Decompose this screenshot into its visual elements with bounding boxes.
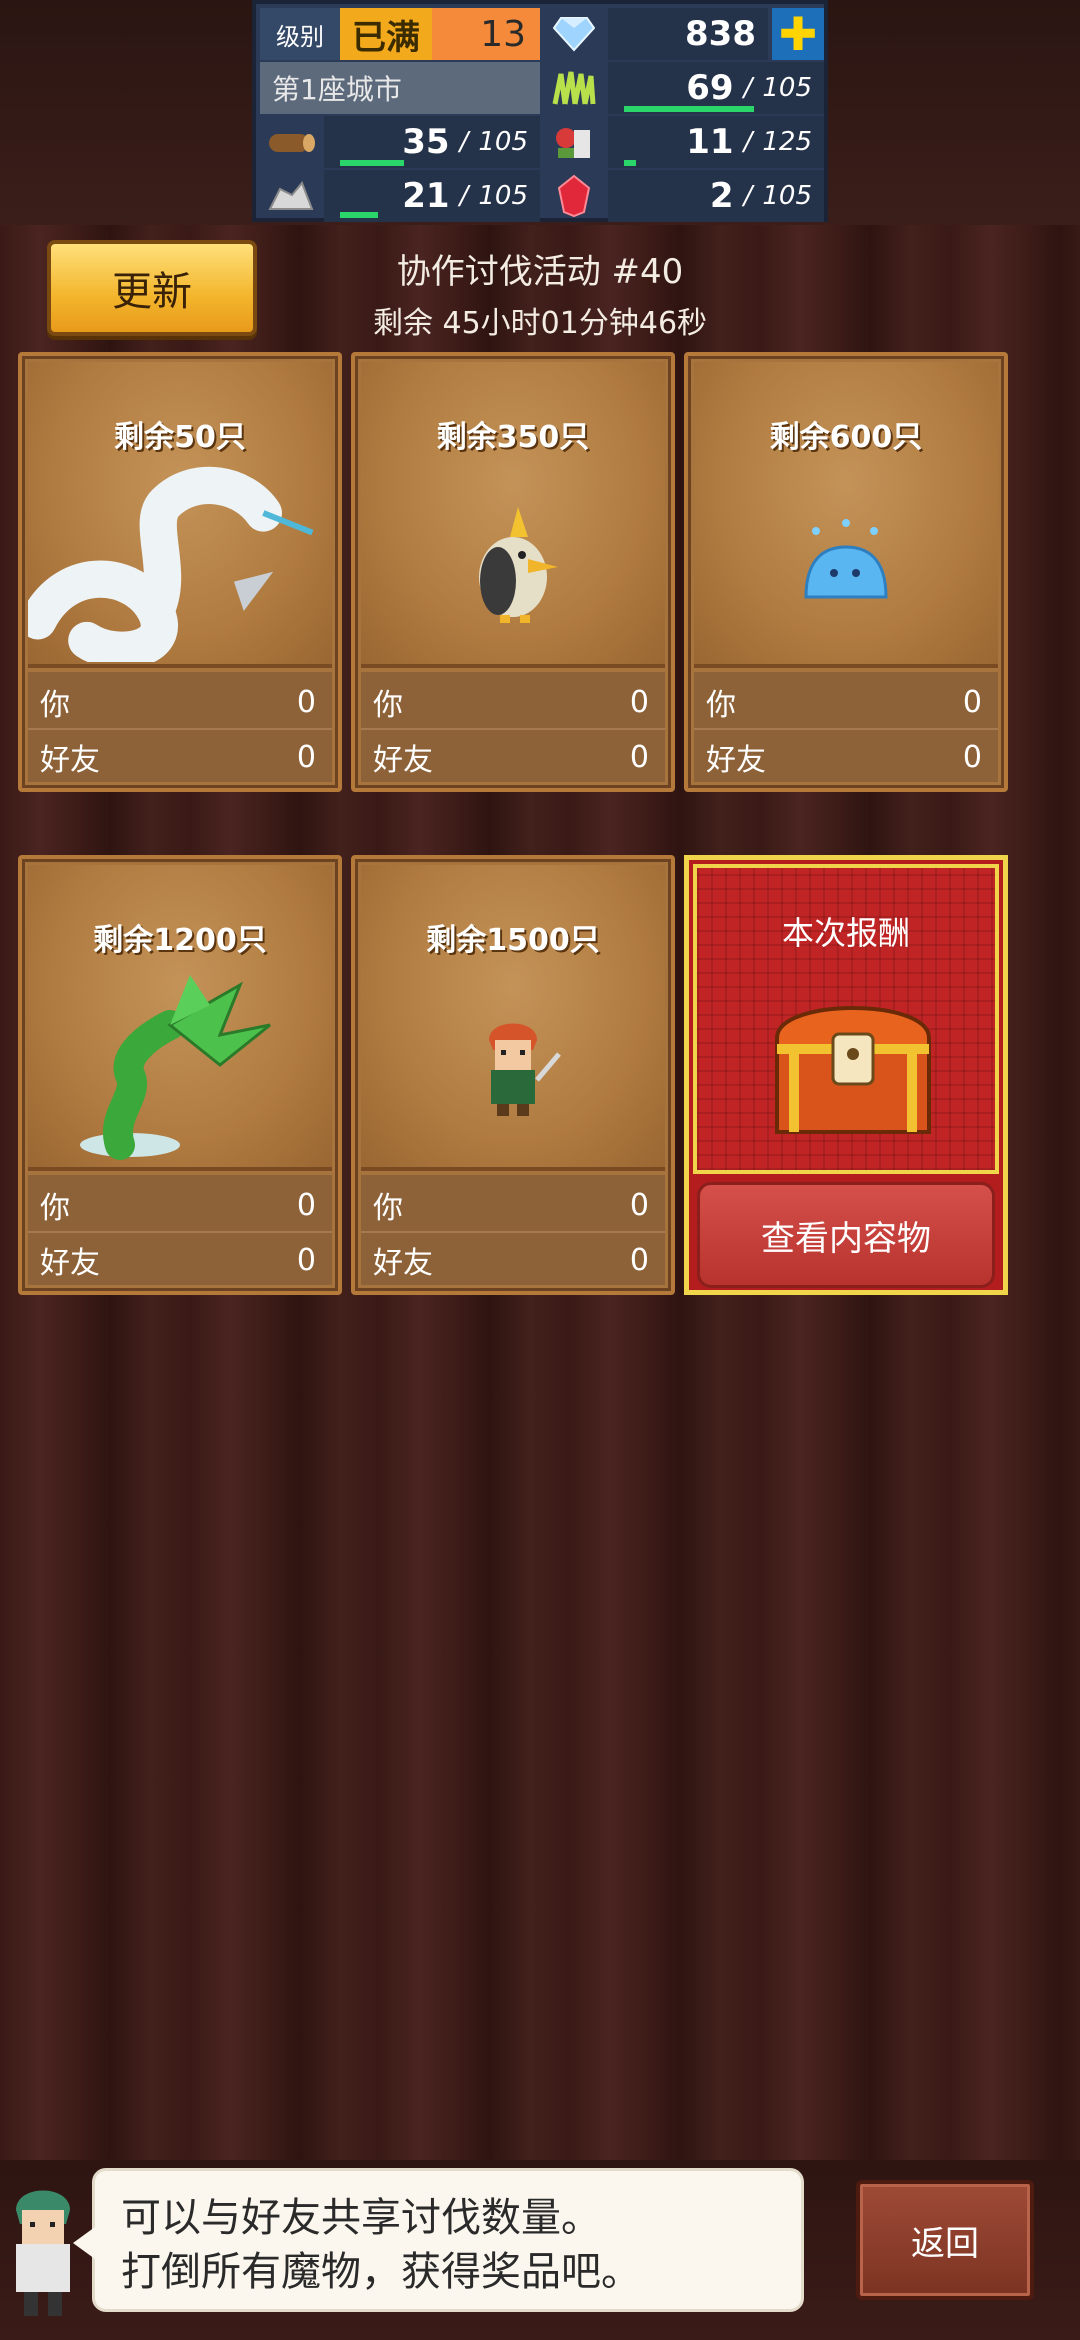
remaining-count: 剩余350只 — [436, 420, 590, 455]
friend-label: 好友 — [40, 743, 100, 778]
level-max-badge: 已满 — [340, 8, 432, 60]
ore-progress — [340, 212, 378, 218]
card-top: 剩余1500只 — [361, 865, 665, 1171]
card-top: 剩余600只 — [694, 362, 998, 668]
npc-message-bubble: 可以与好友共享讨伐数量。 打倒所有魔物，获得奖品吧。 — [73, 2168, 804, 2312]
wood-progress — [340, 160, 404, 166]
monster-card[interactable]: 剩余350只 你 0 好友 0 — [351, 352, 675, 792]
grass-progress — [624, 106, 754, 112]
red-hair-warrior-icon — [361, 965, 665, 1165]
diamond-icon — [544, 8, 604, 60]
you-label: 你 — [40, 1191, 70, 1226]
friend-count: 0 — [296, 1242, 316, 1278]
monster-card[interactable]: 剩余50只 你 0 好友 0 — [18, 352, 342, 792]
monster-card[interactable]: 剩余1200只 你 0 好友 0 — [18, 855, 342, 1295]
level-value: 13 — [432, 8, 540, 60]
you-count: 0 — [629, 684, 649, 720]
reward-title: 本次报酬 — [781, 914, 910, 952]
ore-icon — [260, 170, 320, 222]
friend-label: 好友 — [373, 743, 433, 778]
food-progress — [624, 160, 636, 166]
message-line-1: 可以与好友共享讨伐数量。 — [121, 2195, 601, 2241]
treasure-chest-icon — [769, 988, 937, 1138]
food-icon — [544, 116, 604, 168]
add-gems-button[interactable]: ✚ — [772, 7, 824, 61]
friend-count: 0 — [629, 739, 649, 775]
remaining-count: 剩余1500只 — [426, 923, 600, 958]
remaining-count: 剩余600只 — [769, 420, 923, 455]
wood-icon — [260, 116, 320, 168]
food-value: 11/125 — [608, 116, 824, 168]
you-label: 你 — [373, 1191, 403, 1226]
ruby-icon — [544, 170, 604, 222]
friend-label: 好友 — [40, 1246, 100, 1281]
you-label: 你 — [706, 688, 736, 723]
back-button[interactable]: 返回 — [856, 2180, 1034, 2300]
resource-panel: 级别 已满 13 838 ✚ 第1座城市 69/105 35/105 11/12… — [252, 0, 828, 222]
white-serpent-icon — [28, 462, 332, 662]
card-stats: 你 0 好友 0 — [28, 672, 332, 782]
reward-card: 本次报酬 查看内容物 — [684, 855, 1008, 1295]
card-stats: 你 0 好友 0 — [28, 1175, 332, 1285]
remaining-count: 剩余1200只 — [93, 923, 267, 958]
friend-label: 好友 — [706, 743, 766, 778]
card-top: 剩余1200只 — [28, 865, 332, 1171]
friend-label: 好友 — [373, 1246, 433, 1281]
city-name: 第1座城市 — [260, 62, 540, 114]
event-time-left: 剩余 45小时01分钟46秒 — [372, 306, 708, 341]
friend-count: 0 — [962, 739, 982, 775]
card-stats: 你 0 好友 0 — [361, 672, 665, 782]
you-label: 你 — [40, 688, 70, 723]
ruby-value: 2/105 — [608, 170, 824, 222]
friend-count: 0 — [296, 739, 316, 775]
view-contents-button[interactable]: 查看内容物 — [697, 1182, 995, 1288]
gem-count: 838 — [608, 8, 768, 60]
monster-card[interactable]: 剩余1500只 你 0 好友 0 — [351, 855, 675, 1295]
card-top: 剩余350只 — [361, 362, 665, 668]
card-stats: 你 0 好友 0 — [694, 672, 998, 782]
card-top: 剩余50只 — [28, 362, 332, 668]
refresh-button[interactable]: 更新 — [47, 240, 257, 336]
reward-panel: 本次报酬 — [693, 864, 999, 1174]
blue-slime-icon — [694, 462, 998, 662]
message-line-2: 打倒所有魔物，获得奖品吧。 — [121, 2249, 641, 2295]
you-count: 0 — [629, 1187, 649, 1223]
you-count: 0 — [296, 1187, 316, 1223]
monster-card[interactable]: 剩余600只 你 0 好友 0 — [684, 352, 1008, 792]
grass-icon — [544, 62, 604, 114]
you-count: 0 — [962, 684, 982, 720]
you-count: 0 — [296, 684, 316, 720]
you-label: 你 — [373, 688, 403, 723]
event-title: 协作讨伐活动 #40 — [396, 252, 684, 292]
level-label: 级别 — [260, 8, 340, 60]
npc-guide-avatar — [2, 2180, 84, 2320]
friend-count: 0 — [629, 1242, 649, 1278]
green-plant-icon — [28, 965, 332, 1165]
card-stats: 你 0 好友 0 — [361, 1175, 665, 1285]
remaining-count: 剩余50只 — [114, 420, 246, 455]
crested-bird-icon — [361, 462, 665, 662]
